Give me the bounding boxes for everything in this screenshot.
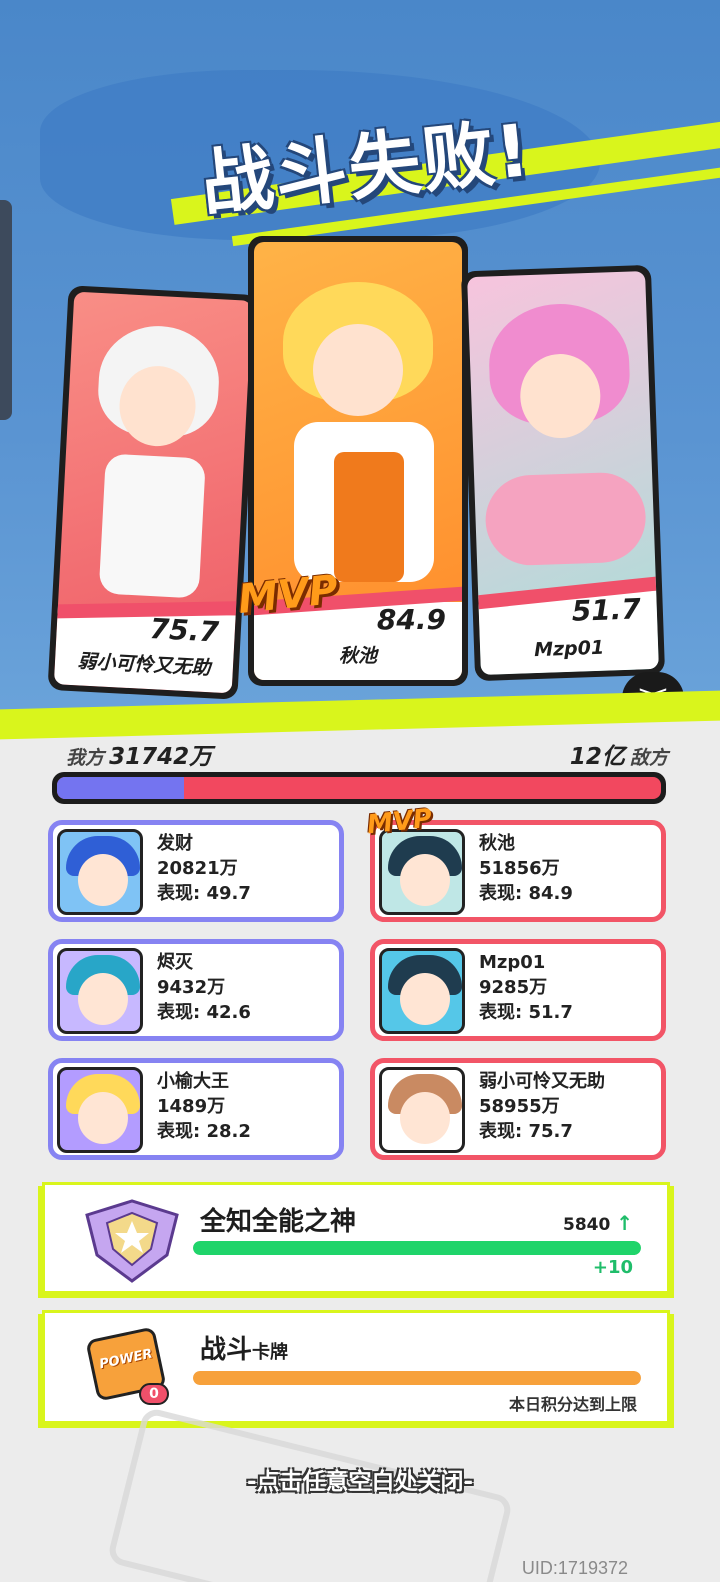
player-name: 秋池 <box>338 645 377 667</box>
character-jacket <box>334 452 404 582</box>
player-avatar <box>379 829 465 915</box>
player-total: 51856万 <box>479 858 560 879</box>
player-performance: 表现: 42.6 <box>157 1002 251 1023</box>
enemy-team-score: 12亿 <box>569 744 625 770</box>
player-total: 58955万 <box>479 1096 560 1117</box>
rank-progress-fill <box>193 1241 641 1255</box>
player-score: 75.7 <box>148 612 220 649</box>
battle-card-title: 战斗卡牌 <box>200 1329 288 1366</box>
player-performance: 表现: 49.7 <box>157 883 251 904</box>
rank-up-arrow-icon: ↑ <box>616 1211 633 1235</box>
rank-panel: 全知全能之神 5840 ↑ +10 <box>42 1182 670 1294</box>
battle-card-progress-track <box>193 1371 641 1385</box>
featured-player-card[interactable]: 75.7 弱小可怜又无助 <box>47 285 259 700</box>
player-performance: 表现: 28.2 <box>157 1121 251 1142</box>
rank-points: 5840 ↑ <box>563 1211 633 1235</box>
avatar-face <box>400 854 450 906</box>
player-name: 小榆大王 <box>157 1071 229 1092</box>
player-name: 弱小可怜又无助 <box>479 1071 605 1092</box>
team-score-row: 我方 31742万 12亿 敌方 <box>58 737 668 771</box>
my-power-fill <box>57 777 184 799</box>
team-power-bar <box>52 772 666 804</box>
player-avatar <box>379 948 465 1034</box>
player-avatar <box>57 1067 143 1153</box>
player-total: 9285万 <box>479 977 548 998</box>
user-id: UID:1719372 <box>521 1558 628 1578</box>
daily-limit-text: 本日积分达到上限 <box>508 1395 637 1414</box>
side-tab[interactable] <box>0 200 12 420</box>
player-performance: 表现: 75.7 <box>479 1121 573 1142</box>
rank-title: 全知全能之神 <box>200 1207 357 1237</box>
rank-trophy-icon <box>85 1199 179 1283</box>
rank-delta: +10 <box>592 1257 633 1278</box>
avatar-face <box>400 1092 450 1144</box>
player-stats: 弱小可怜又无助 58955万 表现: 75.7 <box>479 1069 605 1144</box>
player-stats: 发财 20821万 表现: 49.7 <box>157 831 251 906</box>
enemy-team-player-tile[interactable]: 弱小可怜又无助 58955万 表现: 75.7 <box>370 1058 666 1160</box>
player-stats: 烬灭 9432万 表现: 42.6 <box>157 950 251 1025</box>
player-total: 9432万 <box>157 977 226 998</box>
player-total: 1489万 <box>157 1096 226 1117</box>
enemy-team-label: 敌方 <box>629 747 668 769</box>
player-score: 84.9 <box>376 603 446 636</box>
enemy-team-total: 12亿 敌方 <box>570 737 668 771</box>
my-team-player-tile[interactable]: 小榆大王 1489万 表现: 28.2 <box>48 1058 344 1160</box>
rank-progress-track <box>193 1241 641 1255</box>
player-avatar <box>379 1067 465 1153</box>
battle-card-title-sub: 卡牌 <box>252 1342 289 1363</box>
player-avatar <box>57 948 143 1034</box>
character-art: 75.7 弱小可怜又无助 <box>53 291 253 694</box>
avatar-face <box>78 973 128 1025</box>
enemy-power-fill <box>57 777 661 799</box>
player-name: 发财 <box>157 833 193 854</box>
player-stats: 秋池 51856万 表现: 84.9 <box>479 831 573 906</box>
rank-points-value: 5840 <box>562 1215 611 1235</box>
power-card-text: POWER <box>98 1346 154 1373</box>
result-banner: 战斗失败! 75.7 弱小可怜又无助 84.9 秋池 51.7 Mzp01 MV… <box>0 0 720 720</box>
character-body <box>98 453 206 599</box>
player-performance: 表现: 84.9 <box>479 883 573 904</box>
enemy-team-player-tile[interactable]: Mzp01 9285万 表现: 51.7 <box>370 939 666 1041</box>
player-name: Mzp01 <box>479 952 546 973</box>
close-hint[interactable]: -点击任意空白处关闭- <box>0 1462 720 1496</box>
player-stats: Mzp01 9285万 表现: 51.7 <box>479 950 573 1025</box>
battle-card-panel: POWER 0 战斗卡牌 本日积分达到上限 <box>42 1310 670 1424</box>
my-team-player-tile[interactable]: 烬灭 9432万 表现: 42.6 <box>48 939 344 1041</box>
my-team-label: 我方 <box>66 747 105 769</box>
swim-ring <box>484 471 648 567</box>
featured-player-card[interactable]: 51.7 Mzp01 <box>460 264 666 682</box>
player-score: 51.7 <box>571 592 642 628</box>
avatar-face <box>78 854 128 906</box>
player-total: 20821万 <box>157 858 238 879</box>
my-team-player-tile[interactable]: 发财 20821万 表现: 49.7 <box>48 820 344 922</box>
player-name: 烬灭 <box>157 952 193 973</box>
power-card-icon: POWER 0 <box>85 1326 175 1411</box>
battle-card-title-main: 战斗 <box>200 1335 253 1365</box>
player-avatar <box>57 829 143 915</box>
character-face <box>313 324 403 416</box>
player-name: 秋池 <box>479 833 515 854</box>
enemy-team-player-tile[interactable]: MVP 秋池 51856万 表现: 84.9 <box>366 804 666 922</box>
battle-card-progress-fill <box>193 1371 641 1385</box>
my-team-total: 我方 31742万 <box>66 737 212 771</box>
character-art: 51.7 Mzp01 <box>467 271 659 675</box>
player-stats: 小榆大王 1489万 表现: 28.2 <box>157 1069 251 1144</box>
power-card-count: 0 <box>139 1383 169 1405</box>
avatar-face <box>400 973 450 1025</box>
player-performance: 表现: 51.7 <box>479 1002 573 1023</box>
my-team-score: 31742万 <box>109 744 213 770</box>
avatar-face <box>78 1092 128 1144</box>
